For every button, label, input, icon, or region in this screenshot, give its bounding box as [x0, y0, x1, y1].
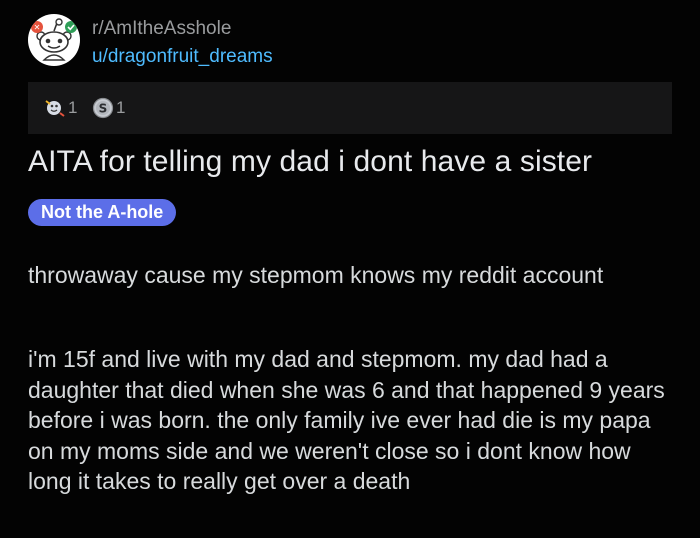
post-body-paragraph: i'm 15f and live with my dad and stepmom…: [28, 346, 665, 494]
post-title[interactable]: AITA for telling my dad i dont have a si…: [28, 145, 688, 179]
award-icon: [45, 100, 65, 117]
award-count: 1: [68, 98, 78, 117]
award-item[interactable]: S 1: [92, 96, 125, 120]
awards-bar[interactable]: 1 S 1: [28, 82, 672, 134]
snoo-icon: ✕: [31, 18, 77, 61]
svg-text:✕: ✕: [34, 23, 41, 32]
author-link[interactable]: u/dragonfruit_dreams: [92, 46, 273, 68]
award-item[interactable]: 1: [44, 96, 77, 120]
subreddit-avatar[interactable]: ✕: [28, 14, 80, 66]
silver-coin-icon: S: [92, 97, 114, 119]
post-flair[interactable]: Not the A-hole: [28, 199, 177, 226]
award-count: 1: [116, 98, 126, 117]
subreddit-name[interactable]: r/AmItheAsshole: [92, 18, 231, 40]
svg-text:S: S: [99, 102, 108, 116]
post-header: ✕ r/AmItheAsshole u/dragonfruit_dreams: [28, 14, 688, 70]
post-body-paragraph: throwaway cause my stepmom knows my redd…: [28, 262, 604, 288]
